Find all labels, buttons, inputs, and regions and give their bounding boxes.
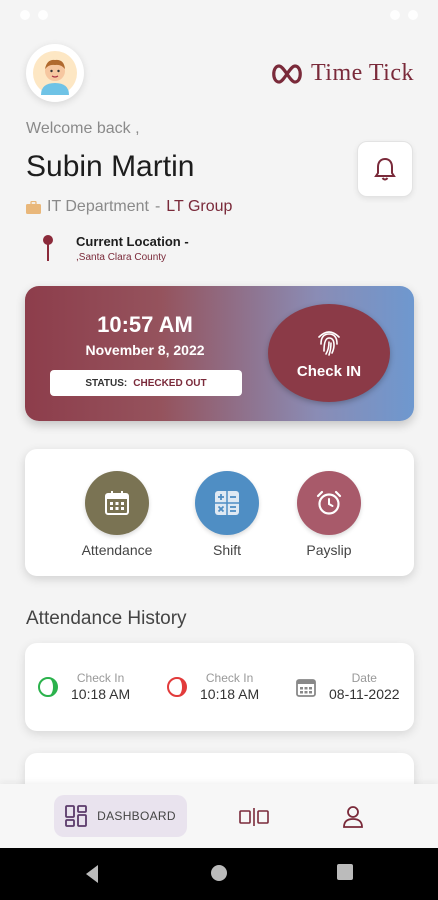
map-pin-icon [43,235,53,261]
compare-icon [239,808,269,826]
notifications-button[interactable] [357,141,413,197]
date-cell: Date 08-11-2022 [295,671,400,702]
attendance-button[interactable]: Attendance [67,471,167,558]
check-in-caption: Check In [205,671,254,685]
current-location: Current Location - ,Santa Clara County [42,234,189,263]
check-in-card: 10:57 AM November 8, 2022 STATUS: CHECKE… [25,286,414,421]
infinity-icon [272,63,302,84]
clock-in-icon [38,676,58,697]
current-date: November 8, 2022 [85,342,205,358]
recents-icon[interactable] [337,864,353,880]
check-in-label: Check IN [296,362,362,380]
shift-label: Shift [212,542,241,558]
bottom-navigation: DASHBOARD [0,784,438,848]
wifi-icon [390,10,400,20]
location-value: ,Santa Clara County [76,252,167,263]
profile-icon [343,806,363,828]
check-in-time: 10:18 AM [71,686,131,702]
clock-out-icon [167,676,187,697]
status-label: STATUS: [85,377,128,389]
avatar[interactable] [26,44,84,102]
shift-button[interactable]: Shift [177,471,277,558]
notification-dot-icon [20,10,30,20]
check-in-cell: Check In 10:18 AM [166,671,259,702]
nav-profile[interactable] [338,802,368,832]
nav-dashboard-label: DASHBOARD [97,809,176,823]
payslip-label: Payslip [306,542,352,558]
home-icon[interactable] [210,864,228,882]
payslip-icon-circle [297,471,361,535]
quick-actions-card: Attendance Shift Payslip [25,449,414,576]
battery-icon [408,10,418,20]
nav-dashboard[interactable]: DASHBOARD [54,795,187,837]
group-name: LT Group [166,198,233,215]
attendance-icon-circle [85,471,149,535]
location-label: Current Location - [76,234,189,249]
status-bar [0,0,438,30]
user-name: Subin Martin [26,150,195,183]
bell-icon [374,157,396,181]
welcome-text: Welcome back , [26,120,140,137]
date-value: 08-11-2022 [329,686,400,702]
back-icon[interactable] [84,864,100,884]
check-in-button[interactable]: Check IN [268,304,390,402]
calendar-icon [105,491,129,515]
user-avatar-icon [33,51,77,95]
app-logo: Time Tick [269,60,414,87]
calculator-icon [215,491,239,515]
alarm-clock-icon [316,490,342,515]
nav-compare[interactable] [239,802,269,832]
current-time: 10:57 AM [97,312,193,337]
department-info: IT Department - LT Group [26,198,232,216]
department-separator: - [154,198,161,215]
payslip-button[interactable]: Payslip [279,471,379,558]
attendance-label: Attendance [81,542,153,558]
check-in-cell: Check In 10:18 AM [37,671,130,702]
dashboard-icon [65,805,88,827]
history-row[interactable]: Check In 10:18 AM Check In 10:18 AM Date… [25,643,414,731]
date-caption: Date [351,671,377,685]
app-name: Time Tick [310,60,414,86]
check-in-caption: Check In [76,671,125,685]
calendar-icon [296,678,316,697]
check-in-time: 10:18 AM [200,686,260,702]
status-value: CHECKED OUT [133,377,207,389]
attendance-history-title: Attendance History [26,608,187,629]
system-navigation-bar [0,848,438,900]
department-name: IT Department [47,198,149,215]
fingerprint-icon [318,330,340,356]
shift-icon-circle [195,471,259,535]
briefcase-icon [26,200,41,214]
notification-dot-icon [38,10,48,20]
status-badge: STATUS: CHECKED OUT [50,370,242,396]
